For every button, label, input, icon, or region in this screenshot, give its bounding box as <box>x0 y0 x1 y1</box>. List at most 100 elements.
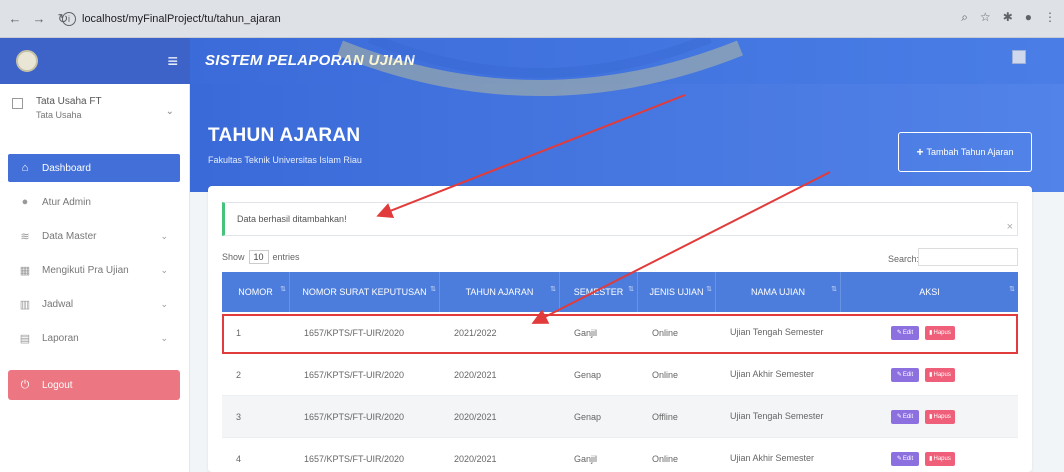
cell-nomor: 1 <box>236 327 242 338</box>
extension-icon[interactable]: ✱ <box>1003 10 1013 25</box>
trash-icon: ▮ <box>929 456 933 462</box>
cell-semester: Ganjil <box>574 327 598 338</box>
zoom-icon[interactable]: ⌕ <box>961 10 968 25</box>
sidebar-item-label: Dashboard <box>42 162 91 174</box>
cell-aksi: ✎ Edit ▮ Hapus <box>841 325 1018 340</box>
sort-icon: ⇅ <box>550 286 556 293</box>
chevron-down-icon[interactable]: ⌄ <box>166 106 174 117</box>
close-icon[interactable]: × <box>1007 221 1013 233</box>
info-icon[interactable]: i <box>62 12 76 26</box>
delete-button[interactable]: ▮ Hapus <box>925 325 955 340</box>
column-header[interactable]: JENIS UJIAN ⇅ <box>638 272 716 312</box>
table-header: NOMOR ⇅ NOMOR SURAT KEPUTUSAN ⇅ TAHUN AJAR… <box>222 272 1018 312</box>
sidebar-profile[interactable]: Tata Usaha FT Tata Usaha ⌄ <box>10 94 180 139</box>
tahun-ajaran-table: NOMOR ⇅ NOMOR SURAT KEPUTUSAN ⇅ TAHUN AJAR… <box>222 272 1018 472</box>
entries-control: Show 10 entries <box>222 250 300 264</box>
sidebar-item-label: Jadwal <box>42 298 74 310</box>
sidebar-item-pra-ujian[interactable]: ▦ Mengikuti Pra Ujian ⌄ <box>8 256 180 284</box>
chevron-down-icon: ⌄ <box>160 264 168 275</box>
cell-nama: Ujian Tengah Semester <box>730 411 824 422</box>
sidebar-item-label: Mengikuti Pra Ujian <box>42 264 129 276</box>
user-avatar-icon[interactable] <box>1012 50 1026 64</box>
profile-role: Tata Usaha <box>36 110 82 120</box>
sidebar-item-jadwal[interactable]: ▥ Jadwal ⌄ <box>8 290 180 318</box>
sidebar-item-data-master[interactable]: ≋ Data Master ⌄ <box>8 222 180 250</box>
sidebar-item-label: Data Master <box>42 230 97 242</box>
delete-button[interactable]: ▮ Hapus <box>925 409 955 424</box>
hamburger-menu-icon[interactable]: ≡ <box>167 51 178 72</box>
cell-tahun: 2020/2021 <box>454 369 497 380</box>
cell-jenis: Online <box>652 369 679 380</box>
user-icon: ● <box>21 196 29 208</box>
sort-icon: ⇅ <box>706 286 712 293</box>
delete-button[interactable]: ▮ Hapus <box>925 367 955 382</box>
cell-jenis: Online <box>652 327 679 338</box>
back-icon[interactable]: ← <box>6 11 24 26</box>
add-tahun-ajaran-button[interactable]: + Tambah Tahun Ajaran <box>898 132 1032 172</box>
edit-button[interactable]: ✎ Edit <box>891 451 919 466</box>
sort-icon: ⇅ <box>280 286 286 293</box>
edit-button[interactable]: ✎ Edit <box>891 367 919 382</box>
delete-button[interactable]: ▮ Hapus <box>925 451 955 466</box>
sidebar-item-laporan[interactable]: ▤ Laporan ⌄ <box>8 324 180 352</box>
column-header[interactable]: NAMA UJIAN ⇅ <box>716 272 841 312</box>
logout-button[interactable]: ⏻ Logout <box>8 370 180 400</box>
cell-tahun: 2020/2021 <box>454 453 497 464</box>
cell-sk: 1657/KPTS/FT-UIR/2020 <box>304 411 405 422</box>
calendar-icon: ▥ <box>19 298 31 311</box>
sidebar: Tata Usaha FT Tata Usaha ⌄ ⌂ Dashboard ●… <box>0 84 190 472</box>
sidebar-item-label: Laporan <box>42 332 79 344</box>
cell-tahun: 2021/2022 <box>454 327 497 338</box>
column-header[interactable]: TAHUN AJARAN ⇅ <box>440 272 560 312</box>
alert-message: Data berhasil ditambahkan! <box>237 214 347 224</box>
menu-dots-icon[interactable]: ⋮ <box>1044 10 1056 25</box>
edit-button[interactable]: ✎ Edit <box>891 409 919 424</box>
home-icon: ⌂ <box>21 162 29 174</box>
logo-area: ≡ <box>0 38 190 84</box>
cell-aksi: ✎ Edit ▮ Hapus <box>841 409 1018 424</box>
chevron-down-icon: ⌄ <box>160 332 168 343</box>
cell-semester: Genap <box>574 411 602 422</box>
chevron-down-icon: ⌄ <box>160 230 168 241</box>
table-row: 3 1657/KPTS/FT-UIR/2020 2020/2021 Genap … <box>222 396 1018 438</box>
cell-nama: Ujian Akhir Semester <box>730 369 815 380</box>
search-label: Search: <box>888 254 920 264</box>
sort-icon: ⇅ <box>430 286 436 293</box>
column-header[interactable]: NOMOR ⇅ <box>222 272 290 312</box>
sidebar-item-atur-admin[interactable]: ● Atur Admin <box>8 188 180 216</box>
table-row: 1 1657/KPTS/FT-UIR/2020 2021/2022 Ganjil… <box>222 312 1018 354</box>
sort-icon: ⇅ <box>628 286 634 293</box>
cell-nomor: 3 <box>236 411 242 422</box>
column-header[interactable]: SEMESTER ⇅ <box>560 272 638 312</box>
cell-nama: Ujian Tengah Semester <box>730 327 824 338</box>
column-header[interactable]: NOMOR SURAT KEPUTUSAN ⇅ <box>290 272 440 312</box>
trash-icon: ▮ <box>929 414 933 420</box>
database-icon: ≋ <box>20 230 30 243</box>
search-input[interactable] <box>918 248 1018 266</box>
cell-aksi: ✎ Edit ▮ Hapus <box>841 451 1018 466</box>
page-subtitle: Fakultas Teknik Universitas Islam Riau <box>208 155 362 165</box>
sort-icon: ⇅ <box>831 286 837 293</box>
profile-image-icon <box>12 98 23 109</box>
star-icon[interactable]: ☆ <box>980 10 991 25</box>
profile-name: Tata Usaha FT <box>36 96 102 107</box>
address-bar[interactable]: i localhost/myFinalProject/tu/tahun_ajar… <box>62 6 922 32</box>
pencil-icon: ✎ <box>896 414 902 420</box>
pencil-icon: ✎ <box>896 330 902 336</box>
page-title: TAHUN AJARAN <box>208 125 361 146</box>
pencil-icon: ✎ <box>896 372 902 378</box>
column-header[interactable]: AKSI ⇅ <box>841 272 1018 312</box>
cell-sk: 1657/KPTS/FT-UIR/2020 <box>304 453 405 464</box>
edit-button[interactable]: ✎ Edit <box>891 325 919 340</box>
entries-select[interactable]: 10 <box>248 250 269 264</box>
cell-sk: 1657/KPTS/FT-UIR/2020 <box>304 327 405 338</box>
cell-nomor: 2 <box>236 369 242 380</box>
sidebar-item-dashboard[interactable]: ⌂ Dashboard <box>8 154 180 182</box>
university-logo <box>16 50 38 72</box>
app-title: SISTEM PELAPORAN UJIAN <box>205 52 415 69</box>
chevron-down-icon: ⌄ <box>160 298 168 309</box>
cell-sk: 1657/KPTS/FT-UIR/2020 <box>304 369 405 380</box>
forward-icon[interactable]: → <box>30 11 48 26</box>
profile-icon[interactable]: ● <box>1025 10 1032 25</box>
cell-tahun: 2020/2021 <box>454 411 497 422</box>
